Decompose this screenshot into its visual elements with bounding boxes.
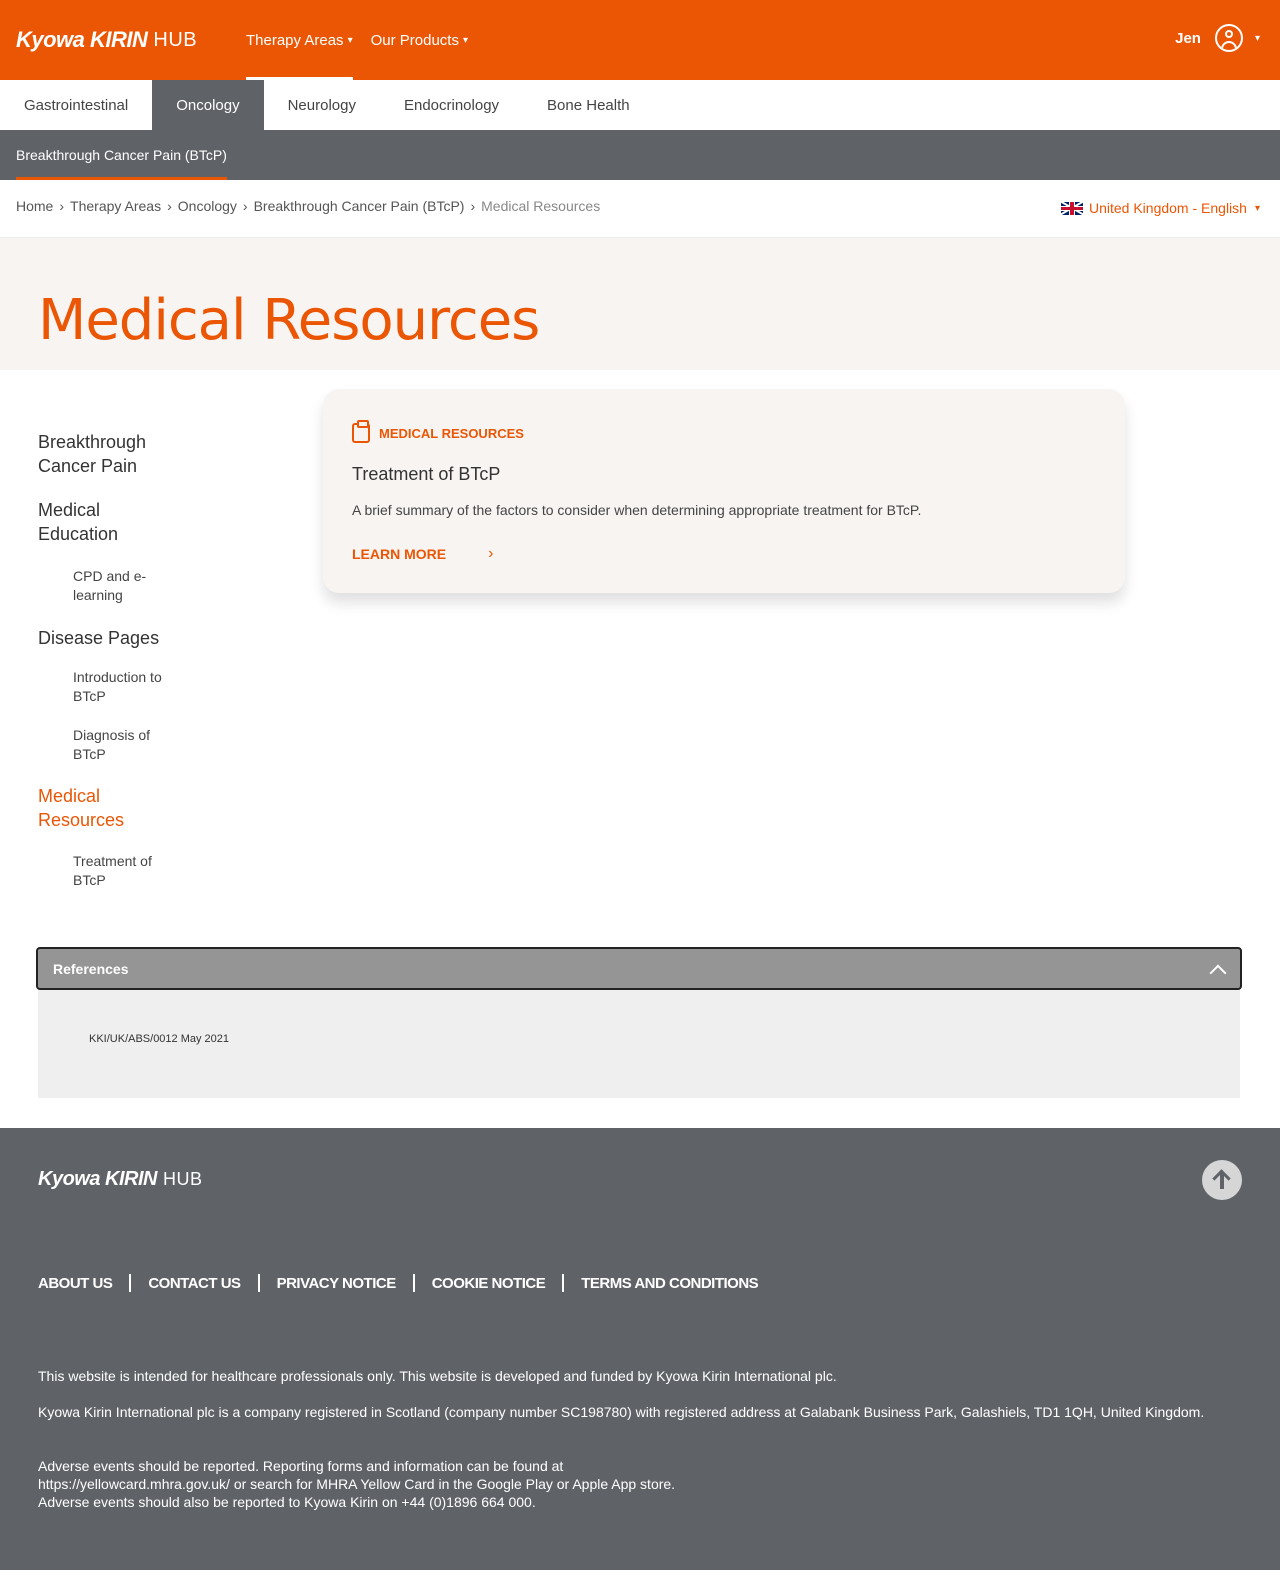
logo-mark: Kyowa KIRIN xyxy=(16,27,148,52)
sub-nav: Breakthrough Cancer Pain (BTcP) xyxy=(0,130,1280,180)
nav-our-products[interactable]: Our Products ▾ xyxy=(371,0,468,80)
sidenav-cpd-elearning[interactable]: CPD and e-learning xyxy=(73,567,163,605)
footer-link-cookie-notice[interactable]: COOKIE NOTICE xyxy=(432,1275,546,1292)
breadcrumb-oncology[interactable]: Oncology xyxy=(178,198,237,214)
footer-link-terms[interactable]: TERMS AND CONDITIONS xyxy=(581,1275,758,1292)
chevron-up-icon xyxy=(1210,963,1224,977)
nav-our-products-label: Our Products xyxy=(370,31,459,49)
chevron-down-icon: ▾ xyxy=(1254,202,1260,214)
therapy-tabs: Gastrointestinal Oncology Neurology Endo… xyxy=(0,80,1280,130)
footer-link-about-us[interactable]: ABOUT US xyxy=(38,1275,113,1292)
tab-gastrointestinal[interactable]: Gastrointestinal xyxy=(0,80,152,130)
nav-therapy-areas[interactable]: Therapy Areas ▾ xyxy=(246,0,353,80)
learn-more-link[interactable]: LEARN MORE › xyxy=(352,545,493,563)
top-nav: Therapy Areas ▾ Our Products ▾ xyxy=(246,0,486,80)
footer-divider xyxy=(129,1274,132,1292)
chevron-right-icon: › xyxy=(59,198,65,214)
chevron-right-icon: › xyxy=(488,545,494,562)
footer-adverse-events: Adverse events should be reported. Repor… xyxy=(38,1457,1208,1511)
references-title: References xyxy=(53,961,129,977)
footer-links: ABOUT US CONTACT US PRIVACY NOTICE COOKI… xyxy=(38,1274,759,1292)
footer: Kyowa KIRIN HUB ABOUT US CONTACT US PRIV… xyxy=(0,1128,1280,1570)
clipboard-icon xyxy=(352,420,370,443)
card-description: A brief summary of the factors to consid… xyxy=(352,502,922,518)
references-toggle[interactable]: References xyxy=(36,947,1242,990)
tab-endocrinology[interactable]: Endocrinology xyxy=(380,80,523,130)
top-header: Kyowa KIRIN HUB Therapy Areas ▾ Our Prod… xyxy=(0,0,1280,80)
logo-suffix: HUB xyxy=(153,28,198,51)
footer-hcp-notice: This website is intended for healthcare … xyxy=(38,1368,837,1384)
arrow-up-icon[interactable] xyxy=(1202,1160,1242,1200)
logo[interactable]: Kyowa KIRIN HUB xyxy=(16,27,197,53)
chevron-down-icon: ▾ xyxy=(1254,32,1260,44)
breadcrumb: Home › Therapy Areas › Oncology › Breakt… xyxy=(16,198,600,214)
tab-neurology[interactable]: Neurology xyxy=(264,80,380,130)
sidenav-medical-resources[interactable]: Medical Resources xyxy=(38,784,138,832)
user-icon xyxy=(1214,24,1243,52)
footer-divider xyxy=(257,1274,260,1292)
side-nav: Breakthrough Cancer Pain Medical Educati… xyxy=(38,430,218,890)
chevron-down-icon: ▾ xyxy=(347,34,353,46)
card-category: MEDICAL RESOURCES xyxy=(352,420,524,443)
page-title: Medical Resources xyxy=(38,288,540,353)
breadcrumb-home[interactable]: Home xyxy=(16,198,53,214)
references-body: KKI/UK/ABS/0012 May 2021 xyxy=(38,990,1240,1098)
breadcrumb-therapy-areas[interactable]: Therapy Areas xyxy=(70,198,161,214)
footer-company-info: Kyowa Kirin International plc is a compa… xyxy=(38,1404,1205,1420)
breadcrumb-btcp[interactable]: Breakthrough Cancer Pain (BTcP) xyxy=(254,198,465,214)
footer-adverse-events-line3: Adverse events should also be reported t… xyxy=(38,1494,536,1510)
locale-label: United Kingdom - English xyxy=(1088,200,1247,216)
card-category-label: MEDICAL RESOURCES xyxy=(379,425,524,441)
nav-therapy-areas-label: Therapy Areas xyxy=(246,31,344,49)
footer-link-privacy-notice[interactable]: PRIVACY NOTICE xyxy=(277,1275,397,1292)
uk-flag-icon xyxy=(1060,201,1083,215)
sidenav-diagnosis-btcp[interactable]: Diagnosis of BTcP xyxy=(73,726,163,764)
sidenav-treatment-btcp[interactable]: Treatment of BTcP xyxy=(73,852,173,890)
footer-logo[interactable]: Kyowa KIRIN HUB xyxy=(38,1168,202,1191)
footer-divider xyxy=(562,1274,565,1292)
sidenav-disease-pages[interactable]: Disease Pages xyxy=(38,626,218,650)
hero: Medical Resources xyxy=(0,238,1280,370)
subnav-btcp[interactable]: Breakthrough Cancer Pain (BTcP) xyxy=(16,130,227,180)
card-title: Treatment of BTcP xyxy=(352,464,501,484)
sidenav-medical-education[interactable]: Medical Education xyxy=(38,498,148,546)
chevron-down-icon: ▾ xyxy=(462,34,468,46)
footer-adverse-events-line1: Adverse events should be reported. Repor… xyxy=(38,1458,564,1474)
footer-adverse-events-line2: https://yellowcard.mhra.gov.uk/ or searc… xyxy=(38,1476,676,1492)
learn-more-label: LEARN MORE xyxy=(352,546,447,562)
sidenav-breakthrough-cancer-pain[interactable]: Breakthrough Cancer Pain xyxy=(38,430,168,478)
footer-link-contact-us[interactable]: CONTACT US xyxy=(148,1275,241,1292)
tab-oncology[interactable]: Oncology xyxy=(152,80,264,130)
breadcrumb-bar: Home › Therapy Areas › Oncology › Breakt… xyxy=(0,180,1280,238)
sidenav-introduction-btcp[interactable]: Introduction to BTcP xyxy=(73,668,183,706)
resource-card: MEDICAL RESOURCES Treatment of BTcP A br… xyxy=(323,389,1125,593)
reference-code: KKI/UK/ABS/0012 May 2021 xyxy=(89,1033,230,1045)
breadcrumb-current: Medical Resources xyxy=(481,198,601,214)
footer-divider xyxy=(412,1274,415,1292)
locale-selector[interactable]: United Kingdom - English ▾ xyxy=(1060,200,1260,216)
chevron-right-icon: › xyxy=(242,198,248,214)
tab-bone-health[interactable]: Bone Health xyxy=(523,80,654,130)
chevron-right-icon: › xyxy=(167,198,172,214)
footer-logo-suffix: HUB xyxy=(162,1169,203,1189)
user-menu[interactable]: Jen ▾ xyxy=(1175,24,1260,52)
chevron-right-icon: › xyxy=(470,198,476,214)
footer-logo-mark: Kyowa KIRIN xyxy=(38,1168,157,1190)
user-name: Jen xyxy=(1175,29,1201,47)
